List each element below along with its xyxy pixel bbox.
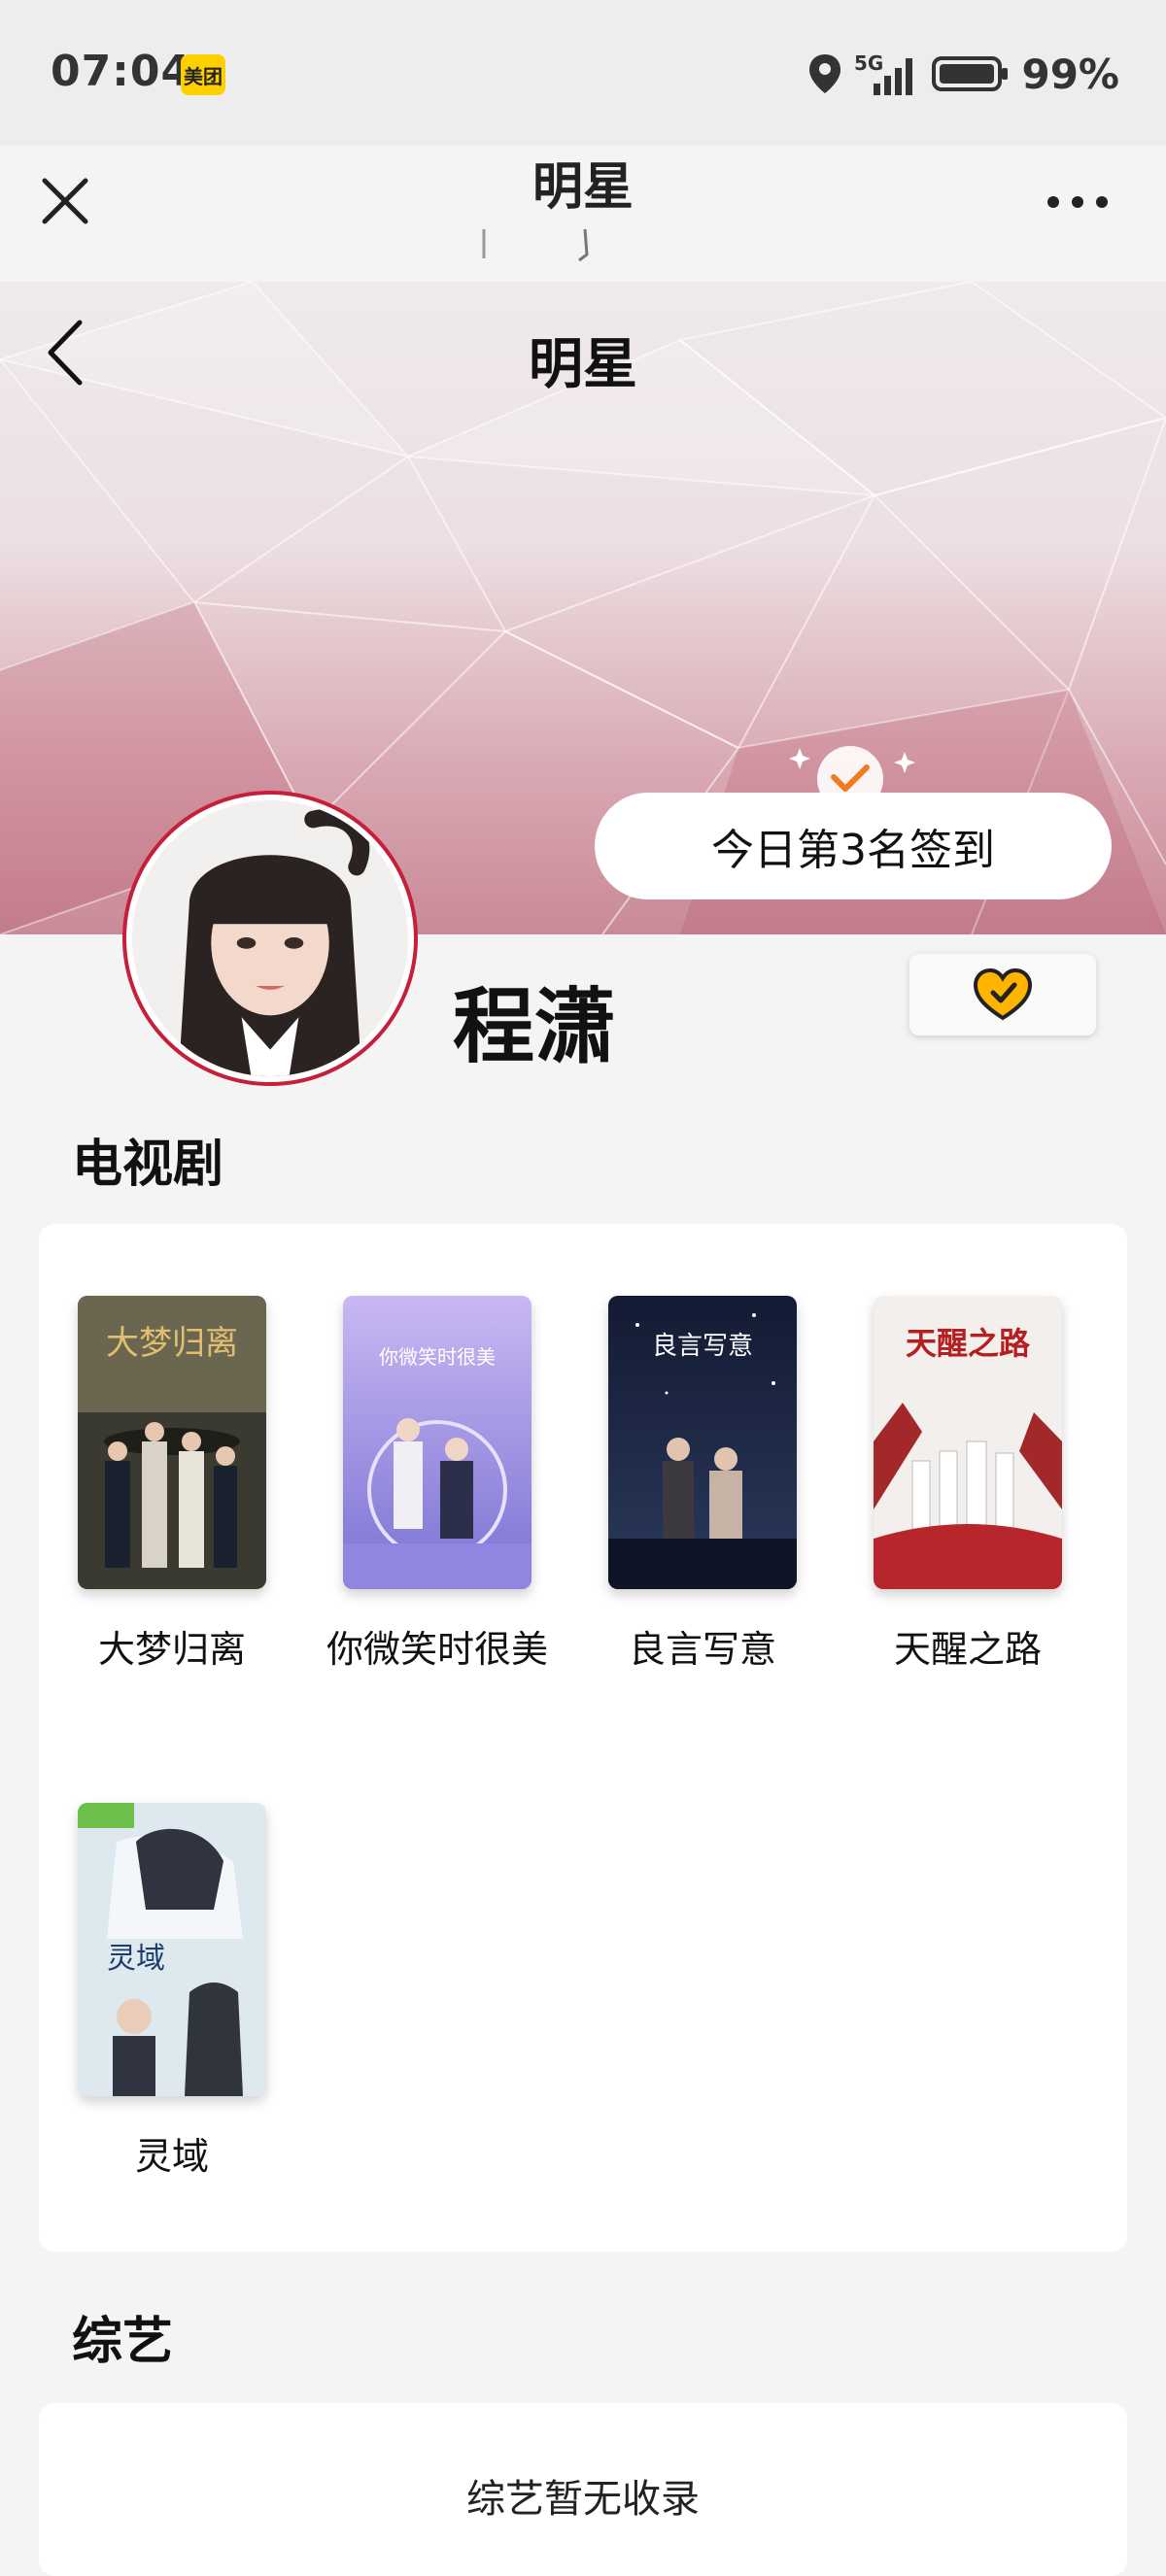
poster-text: 大梦归离: [106, 1324, 238, 1363]
avatar-image: [132, 800, 408, 1076]
poster-image: 良言写意: [608, 1296, 797, 1589]
tv-item[interactable]: 良言写意 良言写意: [608, 1296, 797, 1675]
heart-check-icon: [973, 967, 1033, 1021]
tv-item-title: 你微笑时很美: [326, 1628, 548, 1671]
battery-icon: [932, 56, 1009, 91]
tv-item[interactable]: 天醒之路 天醒之路: [874, 1296, 1062, 1675]
tv-item-title: 大梦归离: [97, 1628, 246, 1671]
avatar: [122, 791, 418, 1086]
tv-item[interactable]: 你微笑时很美 你微笑时很美: [326, 1296, 548, 1675]
tv-card: 大梦归离 大梦归离 你微笑时很美 你微笑时很美 良言写意 良言写意 天醒之路 天…: [39, 1224, 1127, 2252]
tv-section-title: 电视剧: [72, 1135, 224, 1194]
signal-icon: 5G: [854, 51, 913, 95]
star-name: 程潇: [453, 979, 617, 1074]
status-time: 07:04: [51, 47, 192, 96]
tv-item-title: 良言写意: [628, 1628, 776, 1671]
meituan-app-icon: 美团: [181, 54, 225, 95]
nav-title: 明星: [532, 158, 634, 217]
status-bar: 07:04 美团 5G 99%: [0, 0, 1166, 146]
tv-item[interactable]: 灵域 灵域: [78, 1803, 266, 2182]
poster-image: 大梦归离: [78, 1296, 266, 1589]
poster-image: 你微笑时很美: [343, 1296, 532, 1589]
poster-text: 你微笑时很美: [379, 1345, 496, 1369]
more-options-icon[interactable]: [1044, 190, 1112, 214]
network-type: 5G: [854, 51, 883, 75]
empty-state-text: 综艺暂无收录: [466, 2477, 700, 2522]
poster-text: 天醒之路: [906, 1325, 1031, 1362]
location-icon: [809, 54, 841, 93]
tv-item[interactable]: 大梦归离 大梦归离: [78, 1296, 266, 1675]
poster-text: 良言写意: [652, 1332, 753, 1361]
poster-text: 灵域: [107, 1942, 165, 1976]
checkin-badge[interactable]: 今日第3名签到: [595, 793, 1112, 899]
tv-item-title: 天醒之路: [893, 1628, 1042, 1671]
status-indicators: 5G 99%: [807, 49, 1119, 99]
battery-percent: 99%: [1021, 50, 1119, 98]
variety-section-title: 综艺: [72, 2313, 174, 2371]
poster-image: 灵域: [78, 1803, 266, 2096]
hero-title: 明星: [529, 333, 637, 396]
tv-item-title: 灵域: [134, 2135, 209, 2178]
title-decoration: [482, 228, 589, 262]
variety-card: 综艺暂无收录: [39, 2403, 1127, 2576]
follow-button[interactable]: [909, 954, 1096, 1035]
poster-image: 天醒之路: [874, 1296, 1062, 1589]
